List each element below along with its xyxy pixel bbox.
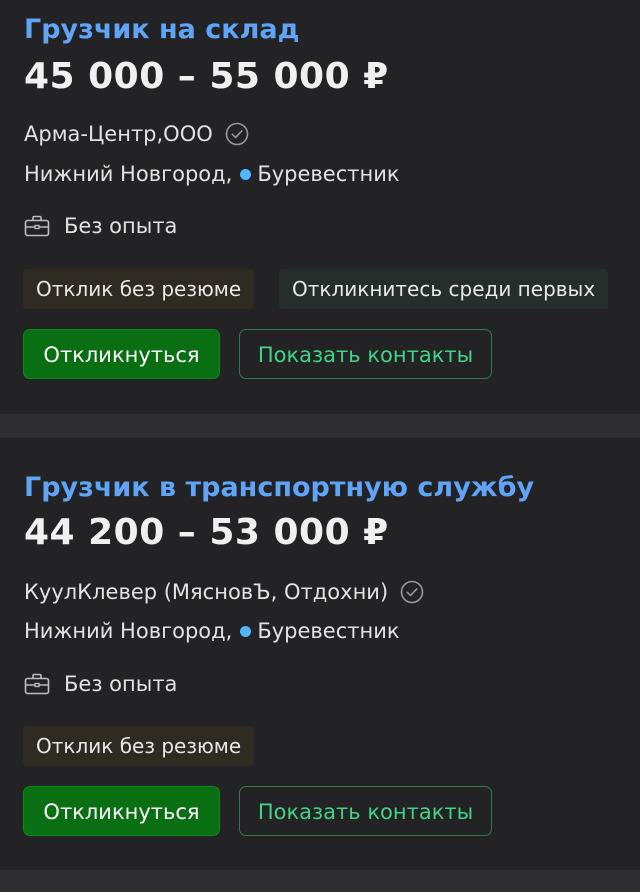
vacancy-card[interactable]: Грузчик на склад 45 000 – 55 000 ₽ Арма-… (0, 0, 640, 414)
tag-no-resume: Отклик без резюме (23, 726, 255, 766)
experience-row: Без опыта (24, 214, 177, 238)
metro-station: Буревестник (257, 619, 400, 643)
employer-name[interactable]: КуулКлевер (МясновЪ, Отдохни) (24, 580, 388, 604)
metro-line-dot (240, 625, 252, 637)
employer-name[interactable]: Арма-Центр,ООО (24, 122, 213, 146)
vacancy-salary: 44 200 – 53 000 ₽ (24, 512, 389, 553)
tag-respond-first: Откликнитесь среди первых (279, 269, 609, 309)
check-circle-icon (225, 122, 249, 146)
employer-row[interactable]: Арма-Центр,ООО (24, 122, 249, 146)
apply-button[interactable]: Откликнуться (23, 329, 220, 379)
briefcase-icon (24, 673, 50, 695)
vacancy-salary: 45 000 – 55 000 ₽ (24, 56, 389, 97)
briefcase-icon (24, 215, 50, 237)
vacancy-title[interactable]: Грузчик в транспортную службу (24, 472, 534, 503)
location-row: Нижний Новгород, Буревестник (24, 619, 400, 643)
employer-row[interactable]: КуулКлевер (МясновЪ, Отдохни) (24, 580, 424, 604)
city: Нижний Новгород, (24, 162, 233, 186)
location-row: Нижний Новгород, Буревестник (24, 162, 400, 186)
city: Нижний Новгород, (24, 619, 233, 643)
vacancy-title[interactable]: Грузчик на склад (24, 14, 299, 45)
experience-row: Без опыта (24, 672, 177, 696)
show-contacts-button[interactable]: Показать контакты (239, 786, 492, 836)
metro-station: Буревестник (257, 162, 400, 186)
vacancy-card[interactable]: Грузчик в транспортную службу 44 200 – 5… (0, 438, 640, 870)
metro-line-dot (240, 168, 252, 180)
experience-label: Без опыта (64, 214, 178, 238)
card-divider (0, 414, 640, 438)
check-circle-icon (400, 580, 424, 604)
card-divider (0, 870, 640, 892)
apply-button[interactable]: Откликнуться (23, 786, 220, 836)
tag-no-resume: Отклик без резюме (23, 269, 255, 309)
show-contacts-button[interactable]: Показать контакты (239, 329, 492, 379)
experience-label: Без опыта (64, 672, 178, 696)
